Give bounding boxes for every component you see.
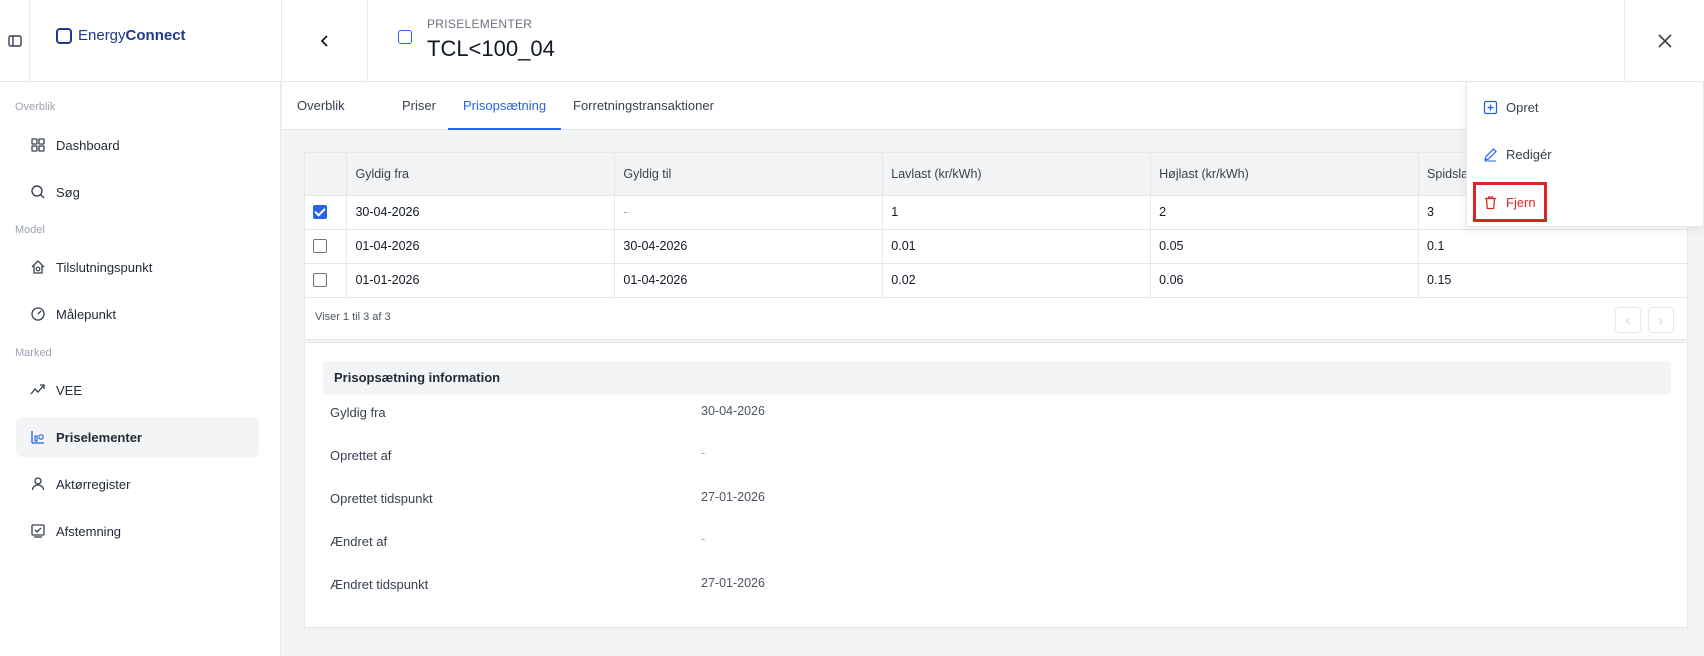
- table-cell: 30-04-2026: [614, 229, 884, 264]
- info-value: -: [701, 532, 706, 546]
- info-value: -: [701, 446, 706, 460]
- sidebar-section-model: Model: [15, 224, 45, 236]
- logo-icon: [56, 27, 72, 44]
- info-label: Ændret af: [330, 534, 388, 549]
- tab-prisopsaetning[interactable]: Prisopsætning: [448, 82, 562, 130]
- sidebar-item-dashboard[interactable]: Dashboard: [16, 125, 259, 165]
- close-button[interactable]: [1624, 0, 1704, 82]
- sidebar-item-label: Målepunkt: [56, 306, 116, 322]
- tab-forretningstransaktioner[interactable]: Forretningstransaktioner: [558, 82, 729, 130]
- sidebar-toggle-icon: [7, 35, 22, 47]
- row-checkbox[interactable]: [313, 239, 327, 254]
- tab-priser[interactable]: Priser: [387, 82, 451, 130]
- row-checkbox[interactable]: [313, 273, 327, 288]
- info-section-title: Prisopsætning information: [323, 361, 1671, 395]
- table-cell: 01-04-2026: [614, 263, 884, 298]
- grid-icon: [31, 138, 45, 152]
- edit-button[interactable]: Redigér: [1483, 139, 1552, 169]
- sidebar-item-label: Dashboard: [56, 137, 120, 153]
- previous-page-button[interactable]: ‹: [1615, 307, 1641, 333]
- sidebar-item-label: VEE: [56, 382, 83, 398]
- sidebar-item-label: Søg: [56, 184, 80, 200]
- sidebar-item-label: Tilslutningspunkt: [56, 259, 153, 275]
- gauge-icon: [31, 307, 45, 321]
- info-label: Gyldig fra: [330, 405, 386, 420]
- title-checkbox[interactable]: [398, 30, 412, 44]
- back-button[interactable]: [282, 0, 368, 82]
- trend-icon: [30, 384, 45, 395]
- info-value: 27-01-2026: [701, 576, 765, 590]
- table-cell: 0.15: [1418, 263, 1689, 298]
- table-cell: 1: [882, 195, 1152, 230]
- collapse-sidebar-button[interactable]: [0, 0, 30, 82]
- sidebar-item-label: Priselementer: [56, 429, 142, 445]
- table-cell: 0.06: [1150, 263, 1420, 298]
- logo-text-prefix: Energy: [78, 27, 126, 44]
- info-value: 30-04-2026: [701, 404, 765, 418]
- search-icon: [31, 185, 45, 199]
- close-icon: [1657, 34, 1672, 48]
- tab-overblik[interactable]: Overblik: [282, 82, 360, 130]
- column-header[interactable]: Lavlast (kr/kWh): [882, 153, 1152, 196]
- table-cell: 0.05: [1150, 229, 1420, 264]
- home-plug-icon: [31, 260, 45, 274]
- table-cell: 2: [1150, 195, 1420, 230]
- menu-item-label: Redigér: [1506, 146, 1552, 162]
- create-button[interactable]: Opret: [1483, 92, 1539, 122]
- user-icon: [31, 477, 45, 491]
- sidebar-item-priselementer[interactable]: Priselementer: [16, 417, 259, 457]
- table-cell: 0.01: [882, 229, 1152, 264]
- chevron-left-icon: [320, 35, 328, 47]
- sidebar-item-label: Aktørregister: [56, 476, 131, 492]
- sidebar-item-malepunkt[interactable]: Målepunkt: [16, 294, 259, 334]
- column-header[interactable]: Gyldig fra: [346, 153, 616, 196]
- plus-square-icon: [1483, 100, 1498, 114]
- sidebar: Overblik Dashboard Søg Model Tilslutning…: [0, 82, 281, 656]
- table-cell: 0.1: [1418, 229, 1689, 264]
- price-chart-icon: [31, 431, 44, 444]
- info-value: 27-01-2026: [701, 490, 765, 504]
- info-label: Oprettet tidspunkt: [330, 491, 433, 506]
- column-header[interactable]: Højlast (kr/kWh): [1150, 153, 1420, 196]
- page-overline: PRISELEMENTER: [427, 17, 533, 31]
- sidebar-item-vee[interactable]: VEE: [16, 370, 259, 410]
- highlight-annotation: [1473, 182, 1547, 222]
- table-cell: 0.02: [882, 263, 1152, 298]
- pencil-icon: [1484, 147, 1497, 161]
- top-bar: EnergyConnect PRISELEMENTER TCL<100_04: [0, 0, 1704, 82]
- sidebar-item-tilslutningspunkt[interactable]: Tilslutningspunkt: [16, 247, 259, 287]
- page-title: TCL<100_04: [427, 36, 555, 61]
- check-monitor-icon: [31, 524, 45, 538]
- table-cell: 30-04-2026: [346, 195, 616, 230]
- price-setup-info-card: Prisopsætning information Gyldig fra 30-…: [304, 342, 1688, 628]
- row-checkbox[interactable]: [313, 205, 327, 220]
- sidebar-section-overblik: Overblik: [15, 101, 56, 113]
- select-all-header: [305, 153, 348, 196]
- info-label: Ændret tidspunkt: [330, 577, 429, 592]
- logo-text-suffix: Connect: [125, 27, 186, 44]
- sidebar-item-sog[interactable]: Søg: [16, 172, 259, 212]
- sidebar-item-afstemning[interactable]: Afstemning: [16, 511, 259, 551]
- table-cell: 01-01-2026: [346, 263, 616, 298]
- next-page-button[interactable]: ›: [1648, 307, 1674, 333]
- table-cell: -: [614, 195, 884, 230]
- table-row[interactable]: 01-04-2026 30-04-2026 0.01 0.05 0.1: [305, 229, 1689, 264]
- table-cell: 01-04-2026: [346, 229, 616, 264]
- sidebar-section-marked: Marked: [15, 347, 52, 359]
- chevron-right-icon: ›: [1658, 312, 1664, 328]
- sidebar-item-label: Afstemning: [56, 523, 122, 539]
- chevron-left-icon: ‹: [1625, 312, 1631, 328]
- logo[interactable]: EnergyConnect: [56, 27, 186, 44]
- info-label: Oprettet af: [330, 448, 392, 463]
- column-header[interactable]: Gyldig til: [614, 153, 884, 196]
- pagination-summary: Viser 1 til 3 af 3: [315, 311, 391, 323]
- menu-item-label: Opret: [1506, 99, 1539, 115]
- sidebar-item-aktorregister[interactable]: Aktørregister: [16, 464, 259, 504]
- table-row[interactable]: 01-01-2026 01-04-2026 0.02 0.06 0.15: [305, 263, 1689, 298]
